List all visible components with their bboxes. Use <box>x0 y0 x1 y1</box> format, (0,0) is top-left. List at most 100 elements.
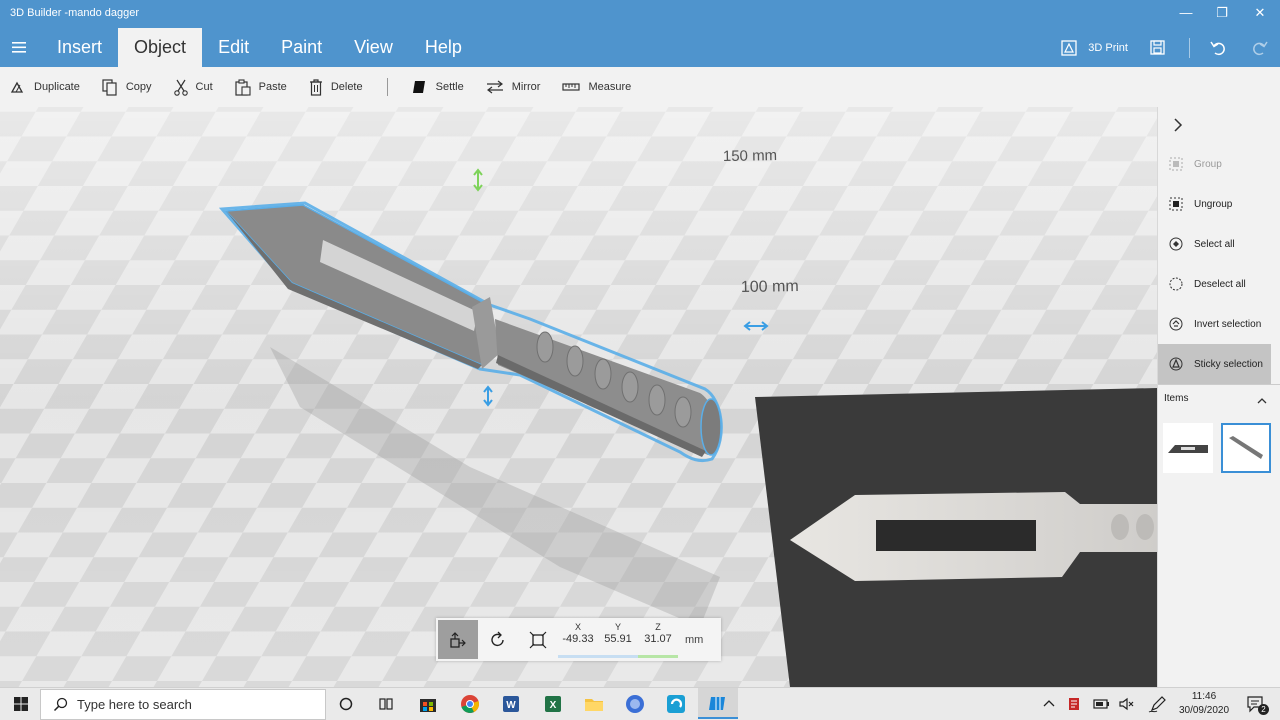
z-coordinate-field[interactable]: Z 31.07 <box>638 618 678 661</box>
browser-app[interactable] <box>622 692 648 716</box>
paste-button[interactable]: Paste <box>235 78 287 96</box>
tab-object[interactable]: Object <box>118 28 203 67</box>
mirror-label: Mirror <box>511 81 541 93</box>
svg-text:W: W <box>506 700 516 711</box>
items-header[interactable]: Items <box>1158 384 1280 412</box>
redo-button[interactable] <box>1252 40 1268 56</box>
tab-view[interactable]: View <box>338 28 409 67</box>
tray-app-icon[interactable] <box>1061 692 1087 716</box>
toolbar-divider <box>386 78 388 96</box>
x-label: X <box>574 622 581 632</box>
collapse-panel-button[interactable] <box>1172 117 1184 138</box>
ruler-icon <box>562 83 581 91</box>
pen-workspace-button[interactable] <box>1145 692 1171 716</box>
windows-logo-icon <box>14 697 28 711</box>
redo-icon <box>1253 41 1268 55</box>
grid-label-150: 150 mm <box>723 147 777 165</box>
copy-button[interactable]: Copy <box>102 78 152 96</box>
task-view-button[interactable] <box>373 692 399 716</box>
selection-panel: Group Ungroup Select all Deselect all In… <box>1157 107 1280 687</box>
duplicate-button[interactable]: Duplicate <box>10 80 80 94</box>
app-window: 3D Builder -mando dagger — ❐ ✕ Insert Ob… <box>0 0 1280 720</box>
item-thumbnail-plate[interactable] <box>1163 423 1213 473</box>
invert-selection-icon <box>1169 317 1183 331</box>
transform-widget: X -49.33 Y 55.91 Z 31.07 mm <box>436 618 721 661</box>
group-label: Group <box>1194 158 1222 170</box>
minimize-button[interactable]: — <box>1171 2 1201 24</box>
copy-icon <box>102 78 117 96</box>
cut-button[interactable]: Cut <box>173 79 213 96</box>
rotate-icon <box>491 631 504 646</box>
mirror-button[interactable]: Mirror <box>486 80 541 94</box>
group-button[interactable]: Group <box>1158 144 1271 184</box>
scale-mode-button[interactable] <box>518 620 558 659</box>
settle-button[interactable]: Settle <box>412 80 464 94</box>
tab-help[interactable]: Help <box>409 28 478 67</box>
excel-icon: X <box>545 696 561 712</box>
undo-button[interactable] <box>1210 40 1226 56</box>
scale-icon <box>529 631 547 648</box>
search-icon <box>53 697 68 711</box>
chrome-app[interactable] <box>457 692 483 716</box>
header-commands: 3D Print <box>1061 28 1280 67</box>
excel-app[interactable]: X <box>540 692 566 716</box>
y-label: Y <box>614 622 621 632</box>
battery-status[interactable] <box>1088 692 1114 716</box>
item-thumbnail-dagger[interactable] <box>1221 423 1271 473</box>
tab-edit[interactable]: Edit <box>202 28 265 67</box>
y-value: 55.91 <box>604 633 632 645</box>
cortana-icon <box>339 697 353 711</box>
action-center-button[interactable]: 2 <box>1243 692 1269 716</box>
paste-label: Paste <box>258 81 287 93</box>
cut-label: Cut <box>195 81 213 93</box>
pen-icon <box>1148 696 1166 713</box>
select-all-button[interactable]: Select all <box>1158 224 1271 264</box>
delete-label: Delete <box>330 81 363 93</box>
y-coordinate-field[interactable]: Y 55.91 <box>598 618 638 661</box>
measure-button[interactable]: Measure <box>562 80 631 94</box>
file-explorer-app[interactable] <box>581 692 607 716</box>
rotate-mode-button[interactable] <box>478 620 518 659</box>
store-icon <box>420 699 436 712</box>
hamburger-icon <box>12 42 26 53</box>
close-button[interactable]: ✕ <box>1245 2 1275 24</box>
settle-label: Settle <box>435 81 464 93</box>
tab-paint[interactable]: Paint <box>265 28 338 67</box>
grid-label-100: 100 mm <box>741 278 799 296</box>
start-button[interactable] <box>8 692 34 716</box>
header-divider <box>1189 37 1190 58</box>
invert-selection-label: Invert selection <box>1194 318 1262 330</box>
3d-viewport[interactable]: 150 mm 100 mm <box>0 107 1157 687</box>
word-app[interactable]: W <box>498 692 524 716</box>
cortana-button[interactable] <box>333 692 359 716</box>
store-app[interactable] <box>415 692 441 716</box>
delete-button[interactable]: Delete <box>309 78 363 96</box>
taskbar-clock[interactable]: 11:46 30/09/2020 <box>1175 690 1233 718</box>
select-all-label: Select all <box>1194 238 1235 250</box>
sticky-selection-icon <box>1169 357 1183 371</box>
maximize-button[interactable]: ❐ <box>1207 2 1237 24</box>
deselect-all-label: Deselect all <box>1194 278 1246 290</box>
sticky-selection-button[interactable]: Sticky selection <box>1158 344 1271 384</box>
y-axis-bar <box>598 655 638 658</box>
move-mode-button[interactable] <box>438 620 478 659</box>
tab-insert[interactable]: Insert <box>38 28 118 67</box>
x-coordinate-field[interactable]: X -49.33 <box>558 618 598 661</box>
volume-control[interactable] <box>1114 692 1140 716</box>
3d-builder-app[interactable] <box>698 688 738 719</box>
3d-print-button[interactable]: 3D Print <box>1061 39 1128 56</box>
edge-app[interactable] <box>663 692 689 716</box>
save-button[interactable] <box>1150 40 1165 55</box>
trash-icon <box>309 78 322 96</box>
scissors-icon <box>173 79 188 96</box>
edge-icon <box>667 695 685 713</box>
invert-selection-button[interactable]: Invert selection <box>1158 304 1271 344</box>
deselect-all-button[interactable]: Deselect all <box>1158 264 1271 304</box>
undo-icon <box>1210 41 1225 55</box>
notification-badge: 2 <box>1258 704 1269 715</box>
tray-overflow-button[interactable] <box>1036 692 1062 716</box>
group-icon <box>1169 157 1183 171</box>
taskbar-search-input[interactable]: Type here to search <box>40 689 326 720</box>
ungroup-button[interactable]: Ungroup <box>1158 184 1271 224</box>
hamburger-menu-button[interactable] <box>0 28 38 67</box>
